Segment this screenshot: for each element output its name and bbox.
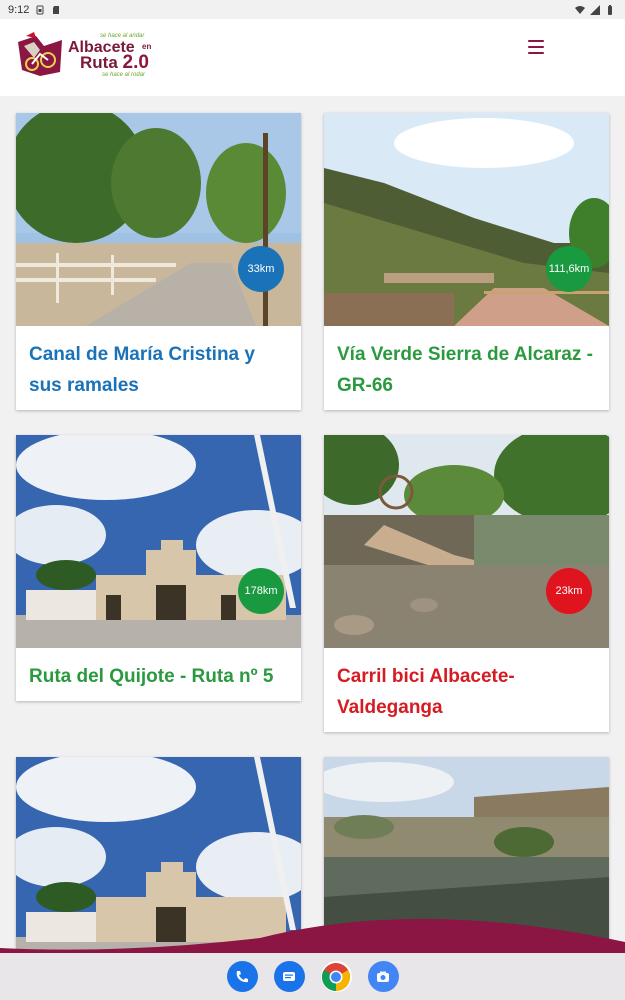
route-title: Ruta del Quijote - Ruta nº 5 xyxy=(29,666,274,687)
route-card[interactable]: 111,6km Vía Verde Sierra de Alcaraz -GR-… xyxy=(324,113,609,410)
wifi-icon xyxy=(575,5,585,14)
route-card[interactable]: 178km Ruta del Quijote - Ruta nº 5 xyxy=(16,435,301,701)
hamburger-menu-button[interactable] xyxy=(526,39,546,55)
signal-icon xyxy=(590,4,600,15)
messages-icon[interactable] xyxy=(273,961,305,992)
app-logo[interactable]: se hace al andar Albacete en Ruta 2.0 se… xyxy=(14,32,159,84)
logo-brand-line2: Ruta 2.0 xyxy=(80,52,149,73)
status-bar: 9:12 xyxy=(0,0,625,19)
route-image xyxy=(324,435,609,648)
distance-badge: 178km xyxy=(238,568,284,614)
route-card[interactable]: 23km Carril bici Albacete-Valdeganga xyxy=(324,435,609,732)
logo-brand-ruta: Ruta xyxy=(80,53,118,72)
distance-badge: 33km xyxy=(238,246,284,292)
sim-icon xyxy=(36,5,44,14)
chrome-icon[interactable] xyxy=(320,961,352,992)
system-dock xyxy=(0,953,625,1000)
logo-tagline-bottom: se hace al rodar xyxy=(102,72,146,78)
distance-badge: 23km xyxy=(546,568,592,614)
hamburger-icon-line xyxy=(528,46,544,48)
route-title: Canal de María Cristina y sus ramales xyxy=(29,344,255,396)
logo-emblem-icon xyxy=(18,32,62,76)
hamburger-icon-line xyxy=(528,52,544,54)
logo-brand-version: 2.0 xyxy=(122,52,149,73)
status-time: 9:12 xyxy=(8,3,30,16)
battery-icon xyxy=(608,4,612,15)
route-image xyxy=(16,113,301,326)
bottom-wave-decoration xyxy=(0,918,625,954)
route-image xyxy=(16,435,301,648)
phone-icon[interactable] xyxy=(226,961,258,992)
hamburger-icon-line xyxy=(528,40,544,42)
route-title: Vía Verde Sierra de Alcaraz -GR-66 xyxy=(337,344,593,396)
status-right xyxy=(575,4,615,15)
sd-card-icon xyxy=(53,5,60,14)
route-image xyxy=(324,113,609,326)
logo-brand-en: en xyxy=(142,42,152,51)
camera-icon[interactable] xyxy=(367,961,399,992)
app-header: se hace al andar Albacete en Ruta 2.0 se… xyxy=(0,19,625,96)
route-title: Carril bici Albacete-Valdeganga xyxy=(337,666,515,718)
distance-badge: 111,6km xyxy=(546,246,592,292)
status-left: 9:12 xyxy=(8,4,61,16)
route-card[interactable]: 33km Canal de María Cristina y sus ramal… xyxy=(16,113,301,410)
